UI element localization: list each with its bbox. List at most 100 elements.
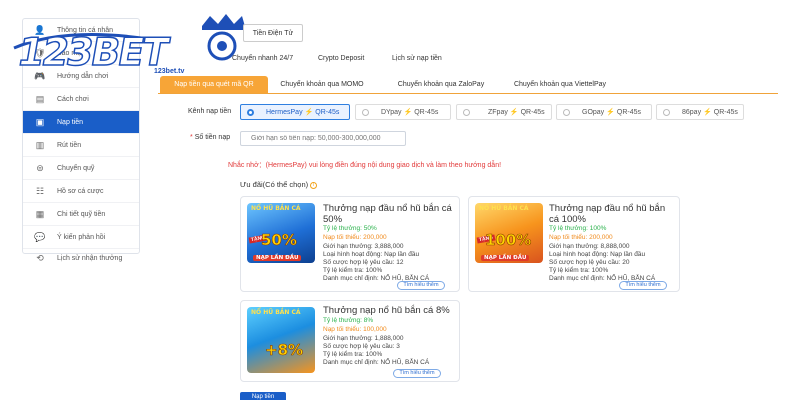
- promo-image-heading: NỔ HŨ BẮN CÁ: [479, 205, 529, 212]
- promo-banner-image: NỔ HŨ BẮN CÁ TẶNG 50% NẠP LẦN ĐẦU: [247, 203, 315, 263]
- lightning-icon: ⚡: [703, 109, 712, 116]
- promo-image-percent: +8%: [265, 341, 304, 360]
- channel-option-gopay[interactable]: GOpay ⚡ QR-45s: [556, 104, 652, 120]
- min-label: Nạp tối thiểu:: [549, 234, 588, 241]
- channel-name: ZFpay: [488, 108, 508, 116]
- rate-label: Tỷ lệ thưởng:: [323, 225, 362, 232]
- promo-min-deposit: Nạp tối thiểu: 100,000: [323, 326, 387, 333]
- channel-speed: QR-45s: [315, 108, 340, 116]
- amount-label: * Số tiền nạp: [190, 134, 230, 141]
- method-tab-momo[interactable]: Chuyển khoản qua MOMO: [268, 76, 376, 93]
- promo-title: Thưởng nạp đầu nổ hũ bắn cá 100%: [549, 203, 666, 225]
- promo-min-deposit: Nạp tối thiểu: 200,000: [323, 234, 387, 241]
- min-value: 200,000: [589, 234, 613, 241]
- channel-name: HermesPay: [266, 108, 303, 116]
- promo-limit: Giới hạn thưởng: 3,888,000: [323, 243, 404, 250]
- promo-category: Danh mục chỉ định: NỔ HŨ, BẮN CÁ: [323, 359, 430, 366]
- promo-image-heading: NỔ HŨ BẮN CÁ: [251, 205, 301, 212]
- promo-card[interactable]: NỔ HŨ BẮN CÁ TẶNG 100% NẠP LẦN ĐẦU Thưởn…: [468, 196, 680, 292]
- promo-image-caption: NẠP LẦN ĐẦU: [481, 255, 530, 261]
- channel-option-hermespay[interactable]: HermesPay ⚡ QR-45s: [240, 104, 350, 120]
- promo-limit: Giới hạn thưởng: 8,888,000: [549, 243, 630, 250]
- tab-crypto-currency[interactable]: Tiền Điện Tử: [243, 24, 303, 42]
- promo-title: Thưởng nạp đầu nổ hũ bắn cá 50%: [323, 203, 452, 225]
- promo-image-caption: NẠP LẦN ĐẦU: [253, 255, 302, 261]
- rate-value: 50%: [363, 225, 377, 232]
- logo-url: 123bet.tv: [154, 68, 185, 75]
- tab-fast-transfer[interactable]: Chuyển nhanh 24/7: [232, 50, 293, 68]
- channel-option-zfpay[interactable]: ZFpay ⚡ QR-45s: [456, 104, 552, 120]
- method-tab-viettelpay[interactable]: Chuyển khoản qua ViettelPay: [504, 76, 616, 93]
- book-icon: ▤: [35, 93, 45, 104]
- promo-check-rate: Tỷ lệ kiểm tra: 100%: [323, 267, 383, 274]
- promo-rate: Tỷ lệ thưởng: 8%: [323, 317, 373, 324]
- channel-option-86pay[interactable]: 86pay ⚡ QR-45s: [656, 104, 744, 120]
- promo-image-percent: 100%: [485, 231, 532, 250]
- logo-wordmark: 123BET: [13, 29, 171, 75]
- tab-crypto-deposit[interactable]: Crypto Deposit: [318, 50, 364, 68]
- sidebar-item-label: Ý kiến phản hồi: [57, 233, 106, 241]
- sidebar-item-bet-records[interactable]: ☷ Hồ sơ cá cược: [23, 180, 139, 203]
- channel-speed: QR-45s: [713, 108, 738, 116]
- sidebar-item-label: Hồ sơ cá cược: [57, 187, 104, 195]
- promo-title-text: Ưu đãi(Có thể chọn): [240, 180, 309, 189]
- channel-name: GOpay: [582, 108, 605, 116]
- promo-type: Loại hình hoạt động: Nạp lần đầu: [323, 251, 420, 258]
- record-icon: ☷: [35, 185, 45, 196]
- amount-input[interactable]: [240, 131, 406, 146]
- promo-detail-button[interactable]: Tìm hiểu thêm: [619, 281, 667, 290]
- min-value: 100,000: [363, 326, 387, 333]
- rate-label: Tỷ lệ thưởng:: [549, 225, 588, 232]
- deposit-submit-button[interactable]: Nạp tiền: [240, 392, 286, 400]
- promo-type: Loại hình hoạt động: Nạp lần đầu: [549, 251, 646, 258]
- sidebar-item-deposit[interactable]: ▣ Nạp tiền: [23, 111, 139, 134]
- promo-min-deposit: Nạp tối thiểu: 200,000: [549, 234, 613, 241]
- channel-name: 86pay: [682, 108, 702, 116]
- sidebar-item-transfer[interactable]: ⊜ Chuyển quỹ: [23, 157, 139, 180]
- sidebar-item-label: Chuyển quỹ: [57, 164, 95, 172]
- rate-value: 100%: [589, 225, 607, 232]
- channel-speed: QR-45s: [520, 108, 545, 116]
- channel-label: Kênh nạp tiền: [188, 108, 232, 115]
- radio-icon: [463, 108, 470, 116]
- method-tab-qr[interactable]: Nạp tiền qua quét mã QR: [160, 76, 268, 93]
- brand-logo: 123BET 123bet.tv: [6, 8, 254, 78]
- lightning-icon: ⚡: [403, 109, 413, 116]
- sidebar-item-label: Chi tiết quỹ tiền: [57, 210, 106, 218]
- sidebar-item-howto[interactable]: ▤ Cách chơi: [23, 88, 139, 111]
- sidebar-item-label: Cách chơi: [57, 95, 89, 103]
- info-icon[interactable]: i: [310, 181, 318, 189]
- promo-card[interactable]: NỔ HŨ BẮN CÁ +8% Thưởng nạp nổ hũ bắn cá…: [240, 300, 460, 382]
- promo-turnover: Số cược hợp lệ yêu cầu: 12: [323, 259, 404, 266]
- method-tab-zalopay[interactable]: Chuyển khoản qua ZaloPay: [384, 76, 498, 93]
- promo-check-rate: Tỷ lệ kiểm tra: 100%: [549, 267, 609, 274]
- promo-image-percent: 50%: [261, 231, 298, 250]
- history-icon: ⟲: [36, 252, 44, 263]
- required-mark: *: [190, 134, 193, 141]
- sidebar-item-label: Nạp tiền: [57, 118, 84, 126]
- tab-deposit-history[interactable]: Lịch sử nạp tiền: [392, 50, 442, 68]
- promo-banner-image: NỔ HŨ BẮN CÁ TẶNG 100% NẠP LẦN ĐẦU: [475, 203, 543, 263]
- min-label: Nạp tối thiểu:: [323, 326, 362, 333]
- sidebar-item-feedback[interactable]: 💬 Ý kiến phản hồi: [23, 226, 139, 249]
- radio-icon: [563, 108, 570, 116]
- sidebar-item-fund-details[interactable]: ▦ Chi tiết quỹ tiền: [23, 203, 139, 226]
- promo-title: Thưởng nạp nổ hũ bắn cá 8%: [323, 305, 450, 316]
- rate-value: 8%: [363, 317, 374, 324]
- promo-turnover: Số cược hợp lệ yêu cầu: 3: [323, 343, 400, 350]
- wallet-icon: ▦: [35, 208, 45, 219]
- radio-icon: [247, 108, 254, 116]
- promo-detail-button[interactable]: Tìm hiểu thêm: [393, 369, 441, 378]
- channel-option-dypay[interactable]: DYpay ⚡ QR-45s: [355, 104, 451, 120]
- promo-rate: Tỷ lệ thưởng: 100%: [549, 225, 606, 232]
- deposit-notice: Nhắc nhở：(HermesPay) vui lòng điền đúng …: [228, 162, 502, 169]
- sidebar-item-label: Rút tiền: [57, 141, 82, 149]
- promo-turnover: Số cược hợp lệ yêu cầu: 20: [549, 259, 630, 266]
- sidebar-item-withdraw[interactable]: ▥ Rút tiền: [23, 134, 139, 157]
- sidebar-item-reward-history[interactable]: ⟲ Lịch sử nhận thưởng: [23, 249, 139, 263]
- radio-icon: [663, 108, 670, 116]
- promo-check-rate: Tỷ lệ kiểm tra: 100%: [323, 351, 383, 358]
- promo-card[interactable]: NỔ HŨ BẮN CÁ TẶNG 50% NẠP LẦN ĐẦU Thưởng…: [240, 196, 460, 292]
- promo-detail-button[interactable]: Tìm hiểu thêm: [397, 281, 445, 290]
- channel-name: DYpay: [381, 108, 402, 116]
